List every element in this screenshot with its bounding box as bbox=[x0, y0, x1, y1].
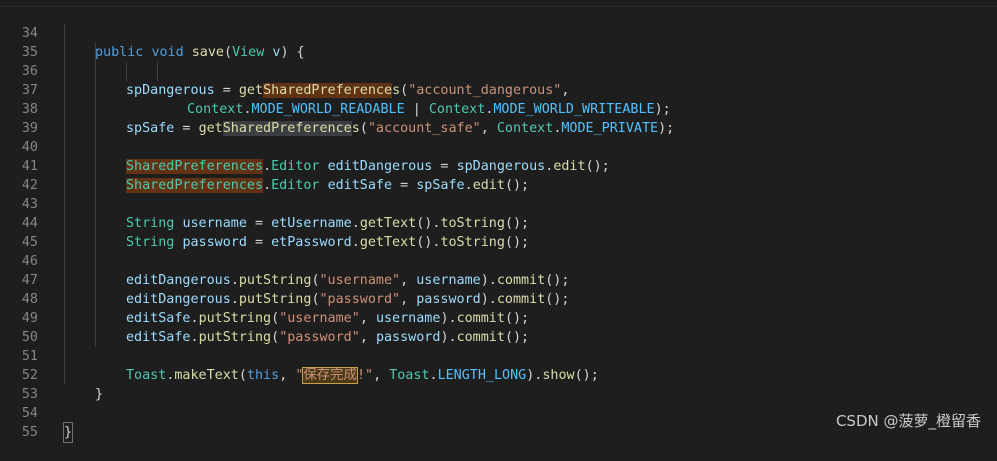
line-number: 55 bbox=[21, 425, 38, 440]
code-text: } bbox=[62, 422, 74, 443]
code-line[interactable]: 34 public void save(View v) { bbox=[0, 5, 997, 60]
code-line[interactable]: 49 editSafe.putString("password", passwo… bbox=[0, 290, 997, 345]
code-line[interactable]: 46 editDangerous.putString("username", u… bbox=[0, 233, 997, 288]
code-line[interactable]: 38 spSafe = getSharedPreferences("accoun… bbox=[0, 81, 997, 136]
code-line[interactable]: 40 SharedPreferences.Editor editDangerou… bbox=[0, 119, 997, 174]
code-line[interactable]: 43 String username = etUsername.getText(… bbox=[0, 176, 997, 231]
code-line[interactable]: 39 bbox=[0, 100, 997, 136]
code-line[interactable]: 51 Toast.makeText(this, "保存完成!", Toast.L… bbox=[0, 328, 997, 384]
code-line[interactable]: 45 bbox=[0, 214, 997, 250]
code-line[interactable]: 47 editDangerous.putString("password", p… bbox=[0, 252, 997, 307]
code-line[interactable]: 42 bbox=[0, 157, 997, 193]
code-line[interactable]: 35 bbox=[0, 24, 997, 60]
watermark-text: CSDN @菠萝_橙留香 bbox=[835, 412, 981, 430]
code-line[interactable]: 48 editSafe.putString("username", userna… bbox=[0, 271, 997, 326]
code-line[interactable]: 41 SharedPreferences.Editor editSafe = s… bbox=[0, 138, 997, 193]
code-line[interactable]: 36 spDangerous = getSharedPreferences("a… bbox=[0, 43, 997, 98]
code-line[interactable]: 44 String password = etPassword.getText(… bbox=[0, 195, 997, 250]
code-line[interactable]: 54 } bbox=[0, 385, 997, 443]
code-editor[interactable]: 34 public void save(View v) { 35 36 spDa… bbox=[0, 0, 997, 443]
code-line[interactable]: 53 bbox=[0, 366, 997, 402]
code-line[interactable]: 52 } bbox=[0, 347, 997, 402]
code-line[interactable]: 50 bbox=[0, 309, 997, 345]
code-line[interactable]: 37 Context.MODE_WORLD_READABLE | Context… bbox=[0, 62, 997, 117]
